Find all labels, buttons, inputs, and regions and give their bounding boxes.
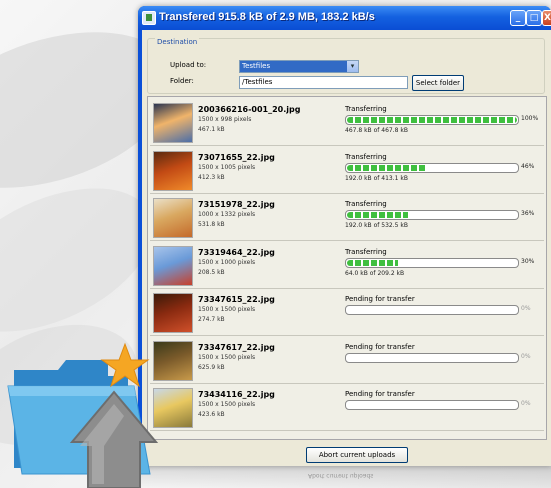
- progress-bar: [345, 305, 519, 315]
- progress-percent: 46%: [521, 162, 535, 170]
- file-size: 208.5 kB: [198, 268, 225, 276]
- file-name: 73151978_22.jpg: [198, 200, 275, 209]
- reflection-text: Abort current uploads: [308, 472, 374, 479]
- file-size: 531.8 kB: [198, 221, 225, 228]
- file-name: 73347617_22.jpg: [198, 342, 275, 352]
- select-folder-button[interactable]: Select folder: [412, 75, 464, 91]
- file-size: 412.3 kB: [198, 173, 225, 181]
- progress-percent: 30%: [521, 257, 535, 265]
- transfer-status: Pending for transfer: [345, 390, 415, 398]
- file-size: 423.6 kB: [198, 411, 225, 418]
- upload-to-dropdown[interactable]: Testfiles ▾: [239, 60, 359, 73]
- window-title: Transfered 915.8 kB of 2.9 MB, 183.2 kB/…: [159, 11, 375, 23]
- app-icon: [142, 11, 156, 25]
- close-button[interactable]: X: [542, 10, 551, 26]
- progress-fill: [347, 259, 398, 266]
- progress-bar: [345, 352, 519, 363]
- file-dimensions: 1500 x 1500 pixels: [198, 353, 256, 361]
- file-name: 73071655_22.jpg: [198, 152, 275, 162]
- upload-to-label: Upload to:: [170, 61, 207, 69]
- progress-bar: [345, 115, 519, 125]
- thumbnail-mountain-sunset: [153, 103, 193, 143]
- file-item[interactable]: 73347615_22.jpg 1500 x 1500 pixels 274.7 k…: [150, 289, 544, 336]
- transfer-status: Transferring: [345, 200, 387, 208]
- progress-fill: [347, 117, 517, 123]
- progress-bar: [345, 210, 519, 220]
- progress-percent: 0%: [521, 305, 531, 312]
- upload-file-list[interactable]: 200366216-001_20.jpg 1500 x 998 pixels 467…: [147, 96, 547, 440]
- file-size: 274.7 kB: [198, 316, 225, 323]
- file-item[interactable]: 73434116_22.jpg 1500 x 1500 pixels 423.6 k…: [150, 384, 544, 431]
- abort-uploads-button[interactable]: Abort current uploads: [306, 447, 408, 463]
- thumbnail-autumn-leaves-orange: [153, 150, 193, 191]
- transfer-bytes: 192.0 kB of 532.5 kB: [345, 222, 408, 229]
- progress-percent: 0%: [521, 400, 531, 407]
- file-dimensions: 1500 x 1500 pixels: [198, 306, 256, 313]
- transfer-status: Transferring: [345, 247, 387, 256]
- file-dimensions: 1500 x 998 pixels: [198, 116, 252, 123]
- chevron-down-icon[interactable]: ▾: [347, 61, 358, 72]
- thumbnail-red-leaves-sky: [153, 245, 193, 286]
- file-item[interactable]: 73347617_22.jpg 1500 x 1500 pixels 625.9 k…: [150, 337, 544, 384]
- window-reflection: Abort current uploads: [138, 466, 551, 488]
- transfer-status: Pending for transfer: [345, 295, 415, 303]
- file-dimensions: 1500 x 1500 pixels: [198, 401, 256, 408]
- progress-percent: 36%: [521, 210, 535, 217]
- transfer-status: Pending for transfer: [345, 342, 415, 351]
- progress-bar: [345, 257, 519, 268]
- transfer-bytes: 467.8 kB of 467.8 kB: [345, 127, 408, 134]
- progress-percent: 0%: [521, 352, 531, 360]
- file-dimensions: 1000 x 1332 pixels: [198, 211, 256, 218]
- folder-value: /Testfiles: [242, 78, 273, 86]
- file-item[interactable]: 73319464_22.jpg 1500 x 1000 pixels 208.5 k…: [150, 242, 544, 289]
- maximize-button[interactable]: □: [526, 10, 542, 26]
- file-dimensions: 1500 x 1000 pixels: [198, 258, 256, 266]
- window-client: Destination Upload to: Testfiles ▾ Folde…: [142, 30, 551, 466]
- file-item[interactable]: 200366216-001_20.jpg 1500 x 998 pixels 467…: [150, 99, 544, 146]
- file-dimensions: 1500 x 1005 pixels: [198, 163, 256, 171]
- progress-bar: [345, 400, 519, 410]
- upload-window: Transfered 915.8 kB of 2.9 MB, 183.2 kB/…: [138, 6, 551, 466]
- file-name: 73434116_22.jpg: [198, 390, 275, 399]
- thumbnail-red-leaf-dark: [153, 293, 193, 333]
- upload-folder-icon: [7, 342, 159, 488]
- file-size: 625.9 kB: [198, 363, 225, 371]
- progress-fill: [347, 164, 425, 171]
- destination-group: Destination Upload to: Testfiles ▾ Folde…: [147, 38, 545, 94]
- progress-fill: [347, 212, 408, 218]
- title-bar[interactable]: Transfered 915.8 kB of 2.9 MB, 183.2 kB/…: [138, 6, 551, 30]
- destination-group-label: Destination: [155, 38, 200, 46]
- file-item[interactable]: 73151978_22.jpg 1000 x 1332 pixels 531.8 k…: [150, 194, 544, 241]
- file-name: 73347615_22.jpg: [198, 295, 275, 304]
- progress-bar: [345, 162, 519, 173]
- transfer-status: Transferring: [345, 105, 387, 113]
- transfer-bytes: 64.0 kB of 209.2 kB: [345, 269, 405, 277]
- transfer-status: Transferring: [345, 152, 387, 161]
- minimize-button[interactable]: _: [510, 10, 526, 26]
- file-item[interactable]: 73071655_22.jpg 1500 x 1005 pixels 412.3 k…: [150, 147, 544, 194]
- folder-field[interactable]: /Testfiles: [239, 76, 408, 89]
- file-name: 73319464_22.jpg: [198, 247, 275, 257]
- file-size: 467.1 kB: [198, 126, 225, 133]
- progress-percent: 100%: [521, 115, 539, 122]
- transfer-bytes: 192.0 kB of 413.1 kB: [345, 174, 408, 182]
- upload-to-value: Testfiles: [242, 62, 271, 70]
- folder-label: Folder:: [170, 77, 194, 85]
- file-name: 200366216-001_20.jpg: [198, 105, 301, 114]
- thumbnail-autumn-tree: [153, 198, 193, 238]
